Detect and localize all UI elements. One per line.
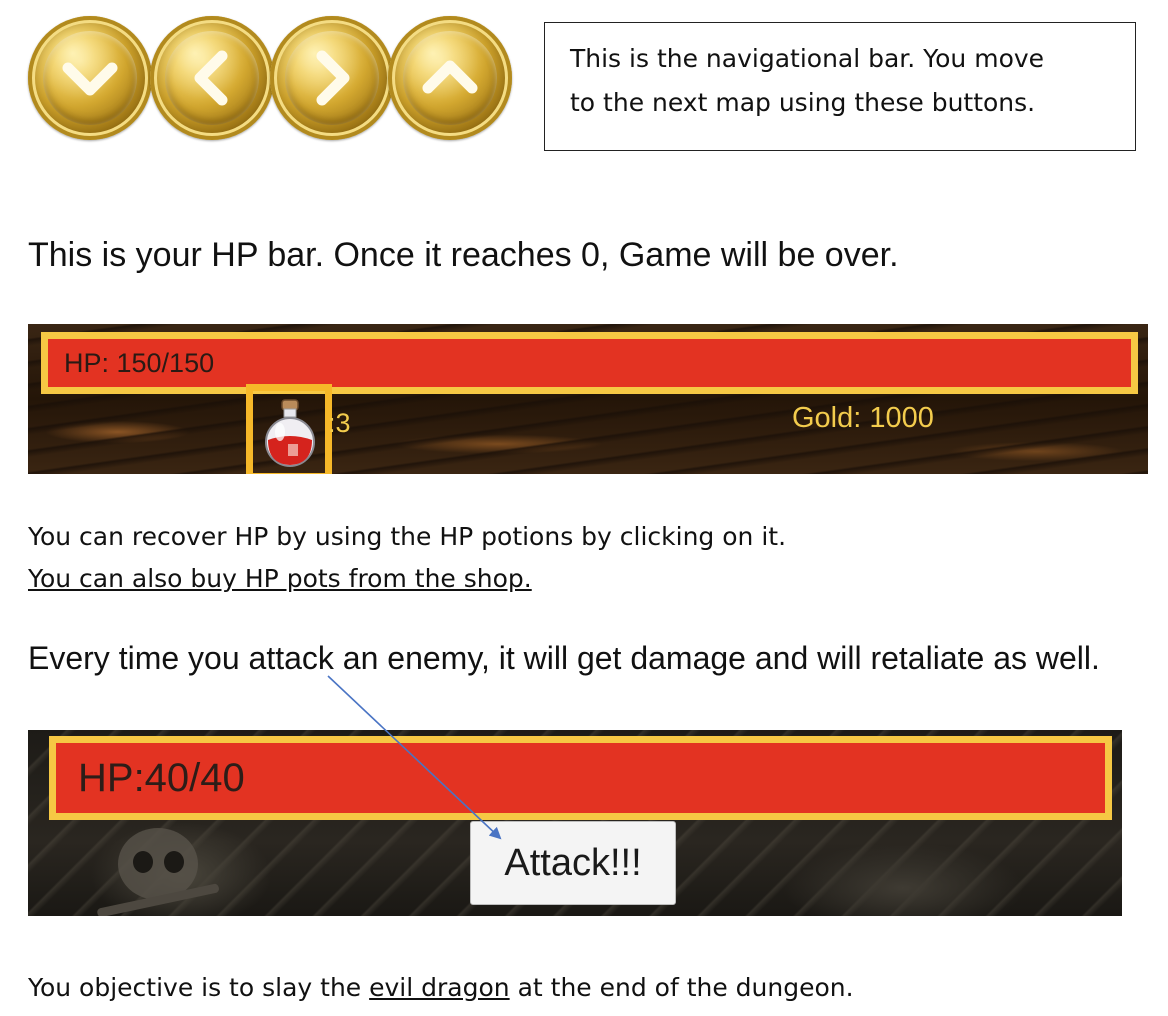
hp-potion-icon: [265, 399, 315, 467]
gold-amount: Gold: 1000: [792, 402, 934, 434]
player-hp-bar: HP: 150/150: [41, 332, 1138, 394]
navigation-bar: [28, 16, 512, 140]
nav-right-button[interactable]: [270, 16, 394, 140]
skull-bones-decoration-icon: [97, 828, 219, 916]
enemy-panel: HP:40/40 Attack!!!: [28, 730, 1122, 916]
objective-text: You objective is to slay the evil dragon…: [28, 973, 854, 1002]
nav-up-button[interactable]: [388, 16, 512, 140]
chevron-up-icon: [422, 60, 478, 94]
nav-left-button[interactable]: [150, 16, 274, 140]
player-hp-text: HP: 150/150: [64, 347, 215, 378]
evil-dragon-link[interactable]: evil dragon: [369, 973, 510, 1002]
attack-section-heading: Every time you attack an enemy, it will …: [28, 640, 1100, 676]
nav-callout-box: This is the navigational bar. You move t…: [544, 22, 1136, 151]
enemy-hp-text: HP:40/40: [78, 755, 245, 800]
nav-down-button[interactable]: [28, 16, 152, 140]
player-status-panel: HP: 150/150 :3 Gold: 1000: [28, 324, 1148, 474]
recover-hp-text: You can recover HP by using the HP potio…: [28, 522, 787, 551]
nav-callout-line2: to the next map using these buttons.: [570, 88, 1036, 117]
hp-section-heading: This is your HP bar. Once it reaches 0, …: [28, 236, 899, 274]
objective-before: You objective is to slay the: [28, 973, 370, 1002]
hp-potion-button[interactable]: [246, 384, 332, 474]
chevron-left-icon: [194, 50, 228, 106]
enemy-hp-bar: HP:40/40: [49, 736, 1112, 820]
potion-count: :3: [328, 408, 351, 438]
chevron-right-icon: [316, 50, 350, 106]
attack-button[interactable]: Attack!!!: [470, 821, 676, 905]
objective-after: at the end of the dungeon.: [509, 973, 854, 1002]
nav-callout-line1: This is the navigational bar. You move: [570, 44, 1045, 73]
chevron-down-icon: [62, 62, 118, 96]
shop-link[interactable]: You can also buy HP pots from the shop.: [28, 564, 532, 593]
